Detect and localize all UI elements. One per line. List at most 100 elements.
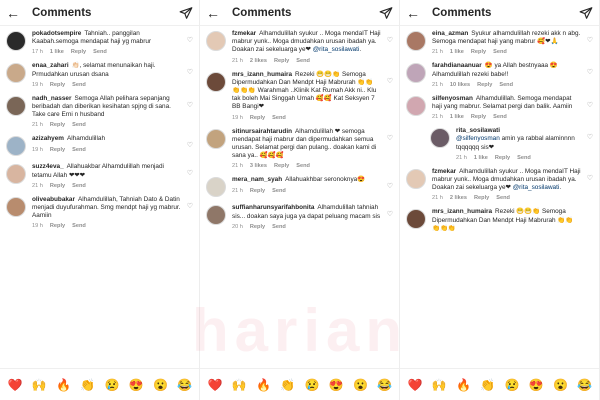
send-button[interactable]: Send xyxy=(93,49,107,55)
send-button[interactable]: Send xyxy=(493,49,507,55)
emoji-button[interactable]: 😂 xyxy=(377,378,392,392)
heart-icon[interactable]: ♡ xyxy=(387,134,393,142)
heart-icon[interactable]: ♡ xyxy=(387,36,393,44)
emoji-button[interactable]: 😮 xyxy=(153,378,168,392)
arrow-left-icon[interactable]: ← xyxy=(206,5,222,21)
emoji-button[interactable]: 🔥 xyxy=(456,378,471,392)
send-button[interactable]: Send xyxy=(272,188,286,194)
mention-link[interactable]: @silfenyosman xyxy=(456,135,500,142)
emoji-button[interactable]: 😮 xyxy=(553,378,568,392)
avatar[interactable] xyxy=(6,136,26,157)
reply-button[interactable]: Reply xyxy=(250,224,265,230)
send-button[interactable]: Send xyxy=(272,224,286,230)
send-button[interactable]: Send xyxy=(72,82,86,88)
send-button[interactable]: Send xyxy=(499,82,513,88)
emoji-button[interactable]: 👏 xyxy=(480,378,495,392)
avatar[interactable] xyxy=(406,31,426,51)
avatar[interactable] xyxy=(206,205,226,226)
reply-button[interactable]: Reply xyxy=(71,49,86,55)
heart-icon[interactable]: ♡ xyxy=(187,101,193,109)
comment-username[interactable]: fzmekar xyxy=(232,30,256,37)
send-button[interactable]: Send xyxy=(517,155,531,161)
emoji-button[interactable]: 🙌 xyxy=(32,378,47,392)
emoji-button[interactable]: 😂 xyxy=(177,378,192,392)
emoji-button[interactable]: 🔥 xyxy=(56,378,71,392)
emoji-button[interactable]: 😢 xyxy=(105,378,120,392)
avatar[interactable] xyxy=(6,95,26,116)
emoji-button[interactable]: 🙌 xyxy=(232,378,247,392)
heart-icon[interactable]: ♡ xyxy=(587,101,593,109)
comment-username[interactable]: eina_azman xyxy=(432,30,468,37)
mention-link[interactable]: @rita_sosilawati xyxy=(313,46,360,53)
send-button[interactable]: Send xyxy=(296,163,310,169)
avatar[interactable] xyxy=(406,63,426,84)
send-button[interactable]: Send xyxy=(272,115,286,121)
like-count[interactable]: 2 likes xyxy=(450,195,467,201)
comment-username[interactable]: sitinursairahtarudin xyxy=(232,128,292,135)
comment-username[interactable]: pokadotsempire xyxy=(32,30,81,37)
like-count[interactable]: 10 likes xyxy=(450,82,470,88)
like-count[interactable]: 1 like xyxy=(50,49,64,55)
send-button[interactable]: Send xyxy=(72,183,86,189)
send-button[interactable]: Send xyxy=(493,114,507,120)
send-button[interactable]: Send xyxy=(72,223,86,229)
reply-button[interactable]: Reply xyxy=(250,115,265,121)
like-count[interactable]: 1 like xyxy=(450,49,464,55)
comment-username[interactable]: mrs_izann_humaira xyxy=(432,208,492,215)
emoji-button[interactable]: 👏 xyxy=(80,378,95,392)
avatar[interactable] xyxy=(206,71,226,92)
emoji-button[interactable]: 😂 xyxy=(577,378,592,392)
comment-username[interactable]: mrs_izann_humaira xyxy=(232,71,292,78)
reply-button[interactable]: Reply xyxy=(274,58,289,64)
avatar[interactable] xyxy=(6,196,26,217)
like-count[interactable]: 1 like xyxy=(450,114,464,120)
send-button[interactable]: Send xyxy=(72,122,86,128)
heart-icon[interactable]: ♡ xyxy=(187,68,193,76)
comment-username[interactable]: oliveabubakar xyxy=(32,196,75,203)
avatar[interactable] xyxy=(206,128,226,149)
comment-username[interactable]: rita_sosilawati xyxy=(456,127,500,134)
like-count[interactable]: 2 likes xyxy=(250,58,267,64)
avatar[interactable] xyxy=(6,63,26,84)
reply-button[interactable]: Reply xyxy=(495,155,510,161)
heart-icon[interactable]: ♡ xyxy=(587,68,593,76)
emoji-button[interactable]: 😮 xyxy=(353,378,368,392)
avatar[interactable] xyxy=(6,31,26,51)
paper-plane-icon[interactable] xyxy=(379,6,393,20)
reply-button[interactable]: Reply xyxy=(50,223,65,229)
heart-icon[interactable]: ♡ xyxy=(387,182,393,190)
arrow-left-icon[interactable]: ← xyxy=(406,5,422,21)
emoji-button[interactable]: 😍 xyxy=(529,378,544,392)
comment-username[interactable]: mera_nam_syah xyxy=(232,176,282,183)
arrow-left-icon[interactable]: ← xyxy=(6,5,22,21)
reply-button[interactable]: Reply xyxy=(50,147,65,153)
avatar[interactable] xyxy=(406,95,426,116)
comment-username[interactable]: silfenyosman xyxy=(432,95,473,102)
send-button[interactable]: Send xyxy=(496,195,510,201)
heart-icon[interactable]: ♡ xyxy=(387,210,393,218)
emoji-button[interactable]: 😍 xyxy=(129,378,144,392)
heart-icon[interactable]: ♡ xyxy=(587,133,593,141)
comment-username[interactable]: enaa_zahari xyxy=(32,62,69,69)
reply-button[interactable]: Reply xyxy=(274,163,289,169)
emoji-button[interactable]: ❤️ xyxy=(408,378,423,392)
avatar[interactable] xyxy=(406,168,426,189)
heart-icon[interactable]: ♡ xyxy=(187,169,193,177)
reply-button[interactable]: Reply xyxy=(50,82,65,88)
comment-username[interactable]: nadh_nasser xyxy=(32,95,71,102)
avatar[interactable] xyxy=(406,209,426,230)
reply-button[interactable]: Reply xyxy=(50,122,65,128)
avatar[interactable] xyxy=(430,128,450,149)
comment-username[interactable]: azizahyem xyxy=(32,135,64,142)
emoji-button[interactable]: 😢 xyxy=(305,378,320,392)
reply-button[interactable]: Reply xyxy=(50,183,65,189)
reply-button[interactable]: Reply xyxy=(477,82,492,88)
emoji-button[interactable]: 👏 xyxy=(280,378,295,392)
comment-username[interactable]: suzz4eva_ xyxy=(32,163,64,170)
emoji-button[interactable]: ❤️ xyxy=(8,378,23,392)
paper-plane-icon[interactable] xyxy=(179,6,193,20)
avatar[interactable] xyxy=(206,31,226,51)
avatar[interactable] xyxy=(206,177,226,198)
send-button[interactable]: Send xyxy=(72,147,86,153)
heart-icon[interactable]: ♡ xyxy=(187,141,193,149)
